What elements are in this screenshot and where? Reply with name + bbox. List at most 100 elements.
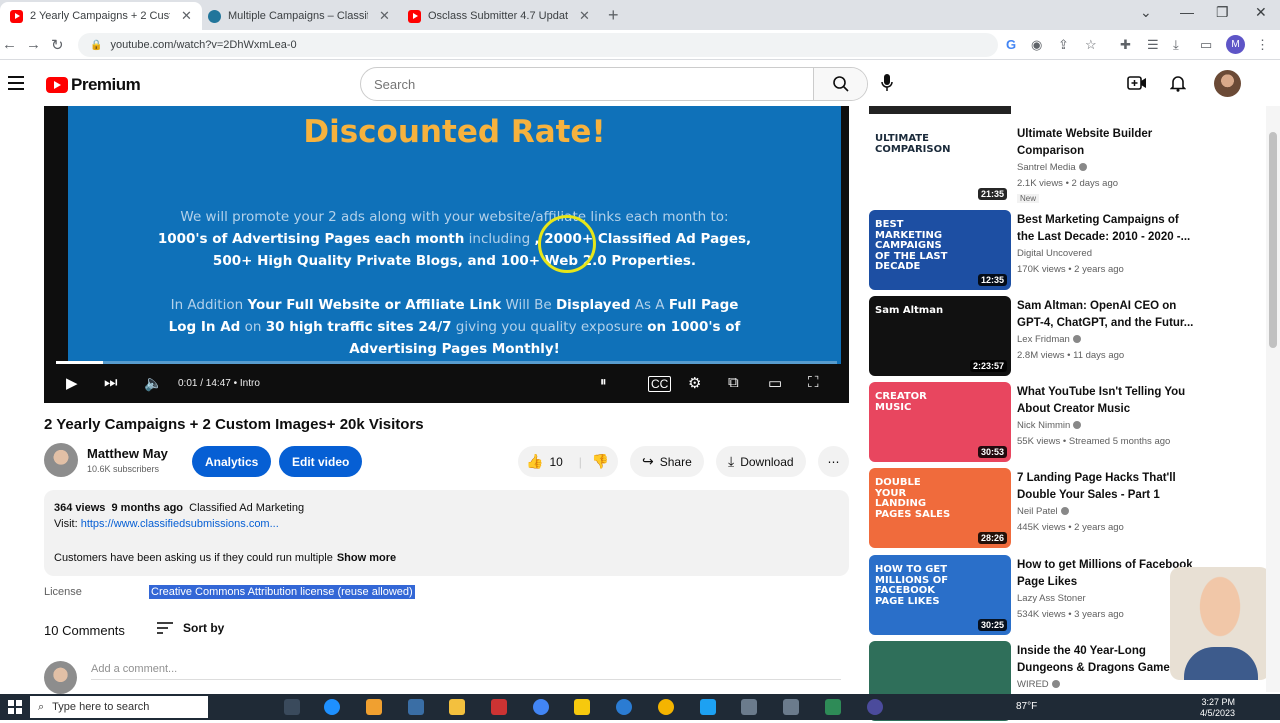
autoplay-toggle-icon[interactable]: ⏸ [600,374,607,390]
recommendation-channel[interactable]: WIRED [1017,679,1060,690]
menu-icon[interactable] [8,76,24,94]
download-button[interactable]: ⤓ Download [716,446,806,477]
app-icon[interactable] [616,699,632,715]
address-bar[interactable]: 🔒 youtube.com/watch?v=2DhWxmLea-0 [78,33,998,57]
thumbs-up-icon[interactable]: 👍 [526,453,543,470]
license-value-selected[interactable]: Creative Commons Attribution license (re… [149,585,415,599]
browser-tab-active[interactable]: 2 Yearly Campaigns + 2 Custom ✕ [0,2,202,30]
play-icon[interactable]: ▶ [66,374,78,392]
forward-arrow-icon[interactable]: → [26,36,41,53]
window-close-icon[interactable]: ✕ [1255,4,1267,21]
share-icon[interactable]: ⇪ [1058,37,1069,53]
new-tab-button[interactable]: + [608,5,619,26]
recommendation-channel[interactable]: Lazy Ass Stoner [1017,593,1086,604]
app-icon[interactable] [741,699,757,715]
progress-bar[interactable] [56,361,837,364]
windows-start-icon[interactable] [8,700,22,714]
maximize-icon[interactable]: ❐ [1216,4,1229,21]
more-actions-button[interactable]: ⋯ [818,446,849,477]
captions-icon[interactable]: CC [648,376,672,392]
recommendation-channel[interactable]: Neil Patel [1017,506,1069,517]
recommendation-item[interactable]: BEST MARKETING CAMPAIGNS OF THE LAST DEC… [869,210,1249,292]
video-player[interactable]: Discounted Rate! We will promote your 2 … [44,106,849,403]
reload-icon[interactable]: ↻ [51,36,64,54]
volume-icon[interactable]: 🔈 [144,374,163,392]
recommendation-title[interactable]: What YouTube Isn't Telling You About Cre… [1017,384,1197,418]
close-icon[interactable]: ✕ [579,8,590,24]
chrome-menu-icon[interactable]: ⋮ [1256,37,1269,53]
close-icon[interactable]: ✕ [181,8,192,24]
recommendation-item[interactable]: DOUBLE YOUR LANDING PAGES SALES 28:26 7 La… [869,468,1249,550]
video-thumbnail[interactable]: Sam Altman 2:23:57 [869,296,1011,376]
scrollbar-thumb[interactable] [1269,132,1277,348]
show-more-button[interactable]: Show more [337,552,396,564]
analytics-button[interactable]: Analytics [192,446,272,477]
google-icon[interactable]: G [1006,37,1016,52]
app-icon[interactable] [658,699,674,715]
video-thumbnail[interactable]: HOW TO GET MILLIONS OF FACEBOOK PAGE LIK… [869,555,1011,635]
video-thumbnail[interactable]: DOUBLE YOUR LANDING PAGES SALES 28:26 [869,468,1011,548]
description-link[interactable]: https://www.classifiedsubmissions.com... [81,518,279,530]
browser-tab[interactable]: Osclass Submitter 4.7 Updated F ✕ [398,2,600,30]
weather-temperature[interactable]: 87°F [1016,701,1037,712]
chrome-icon[interactable] [533,699,549,715]
microphone-icon[interactable] [880,73,894,93]
extension-icon[interactable]: ◉ [1031,37,1042,53]
system-clock[interactable]: 3:27 PM 4/5/2023 [1200,697,1235,719]
settings-gear-icon[interactable]: ⚙ [688,374,701,392]
recommendation-item[interactable]: Sam Altman 2:23:57 Sam Altman: OpenAI CEO … [869,296,1249,378]
video-thumbnail[interactable]: ULTIMATE COMPARISON 21:35 [869,124,1011,204]
puzzle-icon[interactable]: ✚ [1120,37,1131,53]
youtube-logo[interactable]: Premium [46,75,141,95]
edit-video-button[interactable]: Edit video [279,446,363,477]
add-comment-input[interactable]: Add a comment... [91,663,841,680]
browser-tab[interactable]: Multiple Campaigns – Classified ✕ [198,2,400,30]
cortana-icon[interactable] [867,699,883,715]
filezilla-icon[interactable] [491,699,507,715]
close-icon[interactable]: ✕ [379,8,390,24]
create-video-icon[interactable] [1127,74,1147,92]
profile-avatar[interactable]: M [1226,35,1245,54]
app-icon[interactable] [825,699,841,715]
recommendation-title[interactable]: 7 Landing Page Hacks That'll Double Your… [1017,470,1197,504]
recommendation-item[interactable]: ULTIMATE COMPARISON 21:35 Ultimate Website… [869,124,1249,206]
theater-mode-icon[interactable]: ▭ [768,374,782,392]
reading-list-icon[interactable]: ☰ [1147,37,1159,53]
download-icon[interactable]: ⤓ [1173,37,1179,53]
side-panel-icon[interactable]: ▭ [1200,37,1212,53]
channel-avatar[interactable] [44,443,78,477]
taskbar-search[interactable]: ⌕ Type here to search [30,696,208,718]
recommendation-channel[interactable]: Digital Uncovered [1017,248,1092,259]
miniplayer-icon[interactable]: ⧉ [728,374,739,391]
task-view-icon[interactable] [284,699,300,715]
bookmark-star-icon[interactable]: ☆ [1085,37,1097,53]
minimize-icon[interactable]: — [1180,4,1194,20]
recommendation-title[interactable]: Ultimate Website Builder Comparison [1017,126,1197,160]
recommendation-channel[interactable]: Lex Fridman [1017,334,1081,345]
sort-comments-button[interactable]: Sort by [157,621,224,635]
channel-name[interactable]: Matthew May [87,446,168,461]
app-icon[interactable] [366,699,382,715]
notifications-bell-icon[interactable] [1170,74,1186,92]
app-icon[interactable] [700,699,716,715]
share-button[interactable]: ↪ Share [630,446,704,477]
fullscreen-icon[interactable]: ⛶ [808,374,819,391]
search-input[interactable] [361,68,813,100]
recommendation-title[interactable]: Sam Altman: OpenAI CEO on GPT-4, ChatGPT… [1017,298,1197,332]
edge-icon[interactable] [324,699,340,715]
search-button[interactable] [813,68,867,100]
app-icon[interactable] [783,699,799,715]
recommendation-channel[interactable]: Santrel Media [1017,162,1087,173]
back-arrow-icon[interactable]: ← [2,36,17,53]
like-count[interactable]: 10 [549,455,562,469]
video-thumbnail[interactable]: BEST MARKETING CAMPAIGNS OF THE LAST DEC… [869,210,1011,290]
account-avatar[interactable] [1214,70,1241,97]
recommendation-item[interactable]: CREATOR MUSIC 30:53 What YouTube Isn't Tel… [869,382,1249,464]
tab-search-chevron-icon[interactable]: ⌄ [1140,4,1152,21]
sticky-notes-icon[interactable] [574,699,590,715]
video-thumbnail[interactable]: CREATOR MUSIC 30:53 [869,382,1011,462]
page-scrollbar[interactable] [1266,106,1280,692]
description-box[interactable]: 364 views 9 months ago Classified Ad Mar… [44,490,849,576]
thumbs-down-icon[interactable]: 👎 [592,453,609,470]
recommendation-title[interactable]: Best Marketing Campaigns of the Last Dec… [1017,212,1197,246]
